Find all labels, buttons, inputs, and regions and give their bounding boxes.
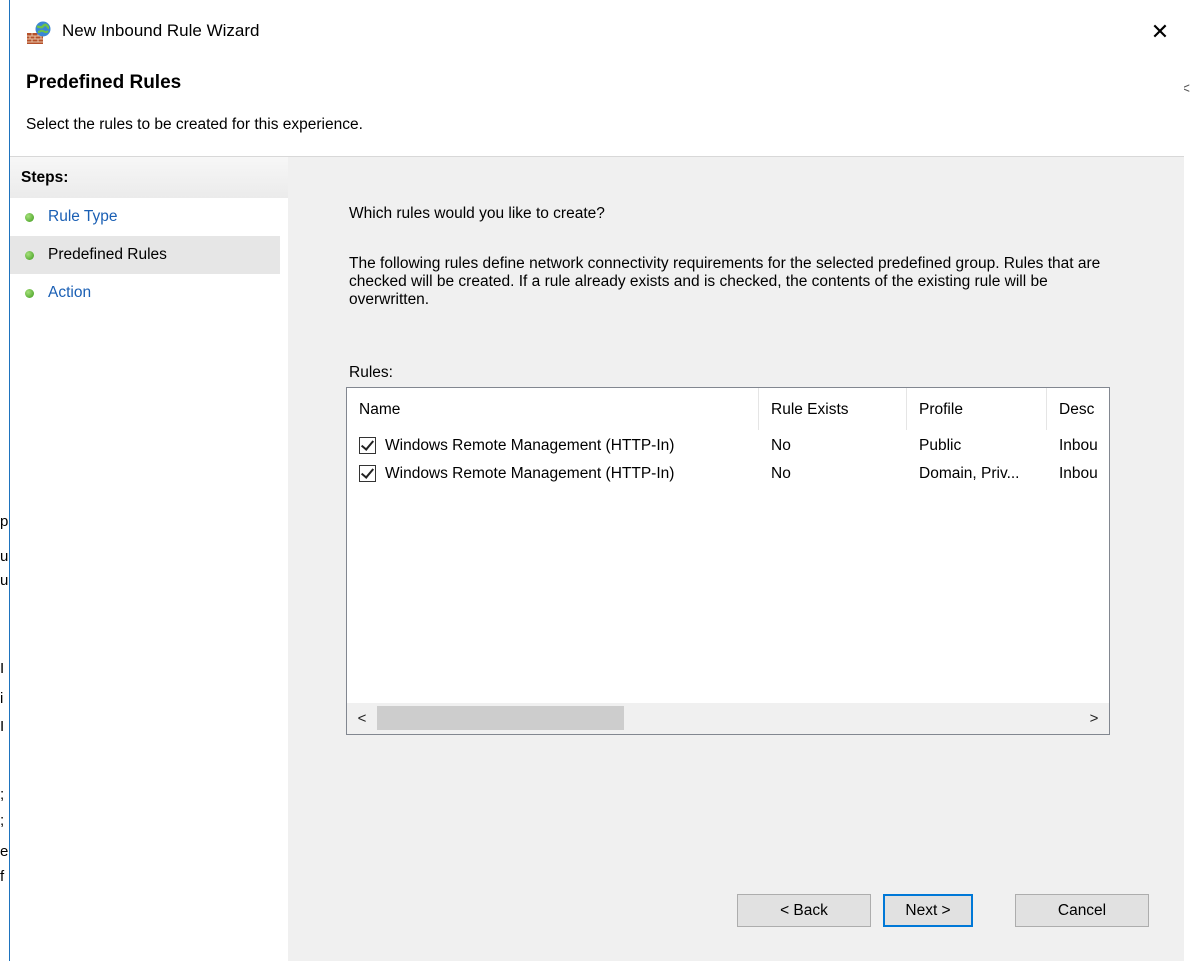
page-subtitle: Select the rules to be created for this … bbox=[26, 116, 363, 133]
wizard-window: New Inbound Rule Wizard ✕ Predefined Rul… bbox=[9, 0, 1184, 961]
step-rule-type[interactable]: Rule Type bbox=[10, 198, 280, 236]
step-action[interactable]: Action bbox=[10, 274, 280, 312]
rule-checkbox[interactable] bbox=[359, 465, 376, 482]
steps-panel: Steps: Rule Type Predefined Rules Action bbox=[10, 157, 288, 961]
background-text-fragment: u bbox=[0, 572, 9, 589]
title-bar[interactable]: New Inbound Rule Wizard ✕ bbox=[10, 0, 1184, 62]
background-text-fragment: I bbox=[0, 660, 5, 677]
rules-list-header: Name Rule Exists Profile Desc bbox=[347, 388, 1109, 430]
table-row[interactable]: Windows Remote Management (HTTP-In) No D… bbox=[347, 460, 1109, 488]
rule-name: Windows Remote Management (HTTP-In) bbox=[385, 437, 675, 454]
horizontal-scrollbar[interactable]: < > bbox=[347, 703, 1109, 734]
rules-label: Rules: bbox=[349, 364, 393, 381]
step-label: Predefined Rules bbox=[48, 246, 167, 263]
back-button[interactable]: < Back bbox=[737, 894, 871, 927]
step-predefined-rules[interactable]: Predefined Rules bbox=[10, 236, 280, 274]
close-button[interactable]: ✕ bbox=[1136, 14, 1184, 50]
cancel-button[interactable]: Cancel bbox=[1015, 894, 1149, 927]
column-header-name[interactable]: Name bbox=[347, 388, 759, 430]
rule-name: Windows Remote Management (HTTP-In) bbox=[385, 465, 675, 482]
background-text-fragment: i bbox=[0, 690, 4, 707]
next-button[interactable]: Next > bbox=[883, 894, 973, 927]
wizard-header: Predefined Rules Select the rules to be … bbox=[10, 62, 1184, 157]
rule-exists: No bbox=[771, 465, 791, 482]
rules-list[interactable]: Name Rule Exists Profile Desc Windows Re… bbox=[346, 387, 1110, 735]
background-text-fragment: I bbox=[0, 718, 5, 735]
firewall-icon bbox=[27, 21, 51, 44]
background-text-fragment: ; bbox=[0, 786, 5, 803]
column-header-description[interactable]: Desc bbox=[1047, 388, 1109, 430]
step-status-icon bbox=[25, 251, 34, 260]
rule-profile: Public bbox=[919, 437, 962, 454]
background-text-fragment: e bbox=[0, 843, 9, 860]
rule-exists: No bbox=[771, 437, 791, 454]
steps-heading: Steps: bbox=[10, 157, 288, 198]
step-label: Action bbox=[48, 284, 92, 301]
background-text-fragment: f bbox=[0, 868, 5, 885]
rule-description: Inbou bbox=[1059, 437, 1098, 454]
background-text-fragment: u bbox=[0, 548, 9, 565]
column-header-rule-exists[interactable]: Rule Exists bbox=[759, 388, 907, 430]
question-text: Which rules would you like to create? bbox=[349, 205, 605, 222]
scrollbar-thumb[interactable] bbox=[377, 706, 624, 730]
content-panel: Which rules would you like to create? Th… bbox=[288, 157, 1184, 961]
page-title: Predefined Rules bbox=[26, 72, 182, 93]
rule-checkbox[interactable] bbox=[359, 437, 376, 454]
step-status-icon bbox=[25, 213, 34, 222]
background-text-fragment: p bbox=[0, 513, 9, 530]
rule-profile: Domain, Priv... bbox=[919, 465, 1020, 482]
table-row[interactable]: Windows Remote Management (HTTP-In) No P… bbox=[347, 432, 1109, 460]
column-header-profile[interactable]: Profile bbox=[907, 388, 1047, 430]
description-text: The following rules define network conne… bbox=[349, 255, 1101, 308]
step-status-icon bbox=[25, 289, 34, 298]
rule-description: Inbou bbox=[1059, 465, 1098, 482]
step-label: Rule Type bbox=[48, 208, 118, 225]
window-title: New Inbound Rule Wizard bbox=[62, 21, 260, 40]
background-text-fragment: ; bbox=[0, 812, 5, 829]
scroll-left-icon[interactable]: < bbox=[347, 703, 377, 734]
scroll-right-icon[interactable]: > bbox=[1079, 703, 1109, 734]
